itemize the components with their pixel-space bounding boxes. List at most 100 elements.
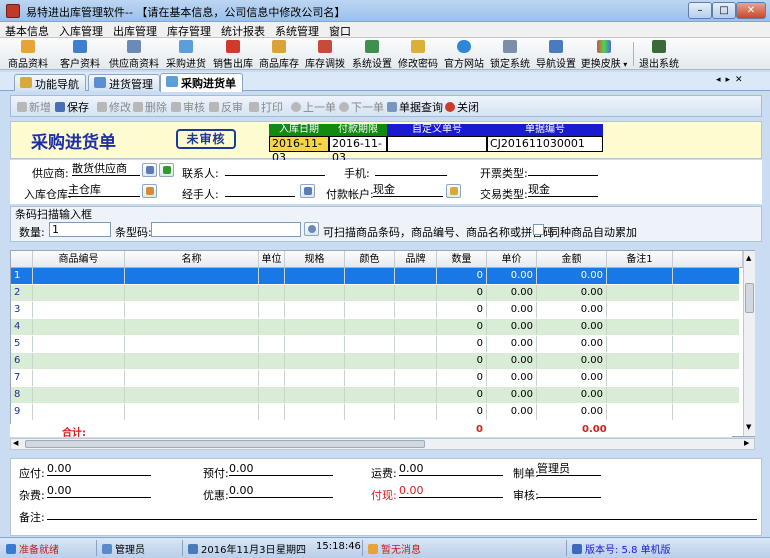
cell-color[interactable] bbox=[345, 404, 395, 420]
cell-rowno[interactable]: 5 bbox=[11, 336, 33, 352]
cell-quantity[interactable]: 0 bbox=[437, 285, 487, 301]
cell-spec[interactable] bbox=[285, 268, 345, 284]
cell-brand[interactable] bbox=[395, 353, 437, 369]
cell-code[interactable] bbox=[33, 268, 125, 284]
cell-name[interactable] bbox=[125, 404, 259, 420]
toolbar-sales-button[interactable]: 销售出库 bbox=[210, 39, 256, 70]
cell-price[interactable]: 0.00 bbox=[487, 404, 537, 420]
handler-picker-button[interactable] bbox=[300, 184, 315, 198]
next-button[interactable]: 下一单 bbox=[339, 99, 384, 115]
phone-field[interactable] bbox=[375, 163, 447, 176]
custom-number-box[interactable]: 自定义单号 bbox=[387, 124, 487, 154]
cell-name[interactable] bbox=[125, 319, 259, 335]
doc-number-box[interactable]: 单据编号 CJ201611030001 bbox=[487, 124, 603, 154]
cell-quantity[interactable]: 0 bbox=[437, 370, 487, 386]
cell-amount[interactable]: 0.00 bbox=[537, 319, 607, 335]
cell-amount[interactable]: 0.00 bbox=[537, 370, 607, 386]
cell-color[interactable] bbox=[345, 336, 395, 352]
inbound-date-box[interactable]: 入库日期 2016-11-03 bbox=[269, 124, 329, 164]
misc-fee-field[interactable]: 0.00 bbox=[47, 485, 151, 498]
close-window-button[interactable]: ✕ bbox=[736, 2, 766, 19]
cell-name[interactable] bbox=[125, 268, 259, 284]
cell-brand[interactable] bbox=[395, 302, 437, 318]
doc-number-value[interactable]: CJ201611030001 bbox=[487, 136, 603, 152]
cell-quantity[interactable]: 0 bbox=[437, 302, 487, 318]
paid-cash-field[interactable]: 0.00 bbox=[399, 485, 503, 498]
cell-unit[interactable] bbox=[259, 319, 285, 335]
cell-amount[interactable]: 0.00 bbox=[537, 404, 607, 420]
cell-unit[interactable] bbox=[259, 268, 285, 284]
status-message[interactable]: 暂无消息 bbox=[368, 541, 421, 556]
table-row[interactable]: 9 0 0.00 0.00 bbox=[11, 404, 739, 420]
cell-amount[interactable]: 0.00 bbox=[537, 336, 607, 352]
cell-rowno[interactable]: 6 bbox=[11, 353, 33, 369]
cell-code[interactable] bbox=[33, 370, 125, 386]
query-button[interactable]: 单据查询 bbox=[387, 99, 443, 115]
cell-price[interactable]: 0.00 bbox=[487, 387, 537, 403]
print-button[interactable]: 打印 bbox=[249, 99, 283, 115]
handler-field[interactable] bbox=[225, 184, 295, 197]
cell-color[interactable] bbox=[345, 370, 395, 386]
cell-name[interactable] bbox=[125, 302, 259, 318]
toolbar-password-button[interactable]: 修改密码 bbox=[395, 39, 441, 70]
cell-color[interactable] bbox=[345, 268, 395, 284]
table-row[interactable]: 6 0 0.00 0.00 bbox=[11, 353, 739, 369]
cell-price[interactable]: 0.00 bbox=[487, 336, 537, 352]
edit-button[interactable]: 修改 bbox=[97, 99, 131, 115]
cell-rowno[interactable]: 7 bbox=[11, 370, 33, 386]
toolbar-suppliers-button[interactable]: 供应商资料 bbox=[106, 39, 162, 70]
cell-rowno[interactable]: 4 bbox=[11, 319, 33, 335]
barcode-input[interactable] bbox=[151, 222, 301, 237]
cell-color[interactable] bbox=[345, 319, 395, 335]
cell-amount[interactable]: 0.00 bbox=[537, 387, 607, 403]
cell-remark[interactable] bbox=[607, 302, 673, 318]
cell-color[interactable] bbox=[345, 302, 395, 318]
toolbar-purchase-button[interactable]: 采购进货 bbox=[163, 39, 209, 70]
prepaid-field[interactable]: 0.00 bbox=[229, 463, 333, 476]
cell-rowno[interactable]: 3 bbox=[11, 302, 33, 318]
cell-name[interactable] bbox=[125, 353, 259, 369]
add-supplier-button[interactable] bbox=[159, 163, 174, 177]
horizontal-scrollbar[interactable]: ◀ ▶ bbox=[10, 438, 755, 450]
tab-function-nav[interactable]: 功能导航 bbox=[14, 74, 86, 91]
cell-spec[interactable] bbox=[285, 404, 345, 420]
cell-spec[interactable] bbox=[285, 302, 345, 318]
cell-color[interactable] bbox=[345, 387, 395, 403]
unaudit-button[interactable]: 反审 bbox=[209, 99, 243, 115]
grid-header-spec[interactable]: 规格 bbox=[285, 251, 345, 268]
table-row[interactable]: 2 0 0.00 0.00 bbox=[11, 285, 739, 301]
cell-remark[interactable] bbox=[607, 319, 673, 335]
grid-header-name[interactable]: 名称 bbox=[125, 251, 259, 268]
discount-field[interactable]: 0.00 bbox=[229, 485, 333, 498]
cell-quantity[interactable]: 0 bbox=[437, 319, 487, 335]
grid-header-price[interactable]: 单价 bbox=[487, 251, 537, 268]
cell-amount[interactable]: 0.00 bbox=[537, 353, 607, 369]
payment-deadline-value[interactable]: 2016-11-03 bbox=[329, 136, 387, 164]
grid-header-amount[interactable]: 金额 bbox=[537, 251, 607, 268]
cell-rowno[interactable]: 2 bbox=[11, 285, 33, 301]
payment-account-field[interactable]: 现金 bbox=[373, 184, 443, 197]
cell-code[interactable] bbox=[33, 285, 125, 301]
freight-field[interactable]: 0.00 bbox=[399, 463, 503, 476]
toolbar-exit-button[interactable]: 退出系统 bbox=[636, 39, 682, 70]
trade-type-field[interactable]: 现金 bbox=[528, 184, 598, 197]
remark-field[interactable] bbox=[47, 507, 757, 520]
minimize-button[interactable]: – bbox=[688, 2, 712, 19]
cell-unit[interactable] bbox=[259, 404, 285, 420]
cell-price[interactable]: 0.00 bbox=[487, 268, 537, 284]
table-row[interactable]: 3 0 0.00 0.00 bbox=[11, 302, 739, 318]
supplier-field[interactable]: 散货供应商 bbox=[72, 163, 140, 176]
cell-code[interactable] bbox=[33, 302, 125, 318]
table-row[interactable]: 7 0 0.00 0.00 bbox=[11, 370, 739, 386]
cell-price[interactable]: 0.00 bbox=[487, 302, 537, 318]
toolbar-products-button[interactable]: 商品资料 bbox=[2, 39, 54, 70]
cell-color[interactable] bbox=[345, 285, 395, 301]
cell-name[interactable] bbox=[125, 336, 259, 352]
new-button[interactable]: 新增 bbox=[17, 99, 51, 115]
cell-remark[interactable] bbox=[607, 387, 673, 403]
cell-code[interactable] bbox=[33, 404, 125, 420]
horizontal-scroll-thumb[interactable] bbox=[25, 440, 425, 448]
toolbar-inventory-button[interactable]: 商品库存 bbox=[256, 39, 302, 70]
inbound-date-value[interactable]: 2016-11-03 bbox=[269, 136, 329, 164]
cell-unit[interactable] bbox=[259, 370, 285, 386]
